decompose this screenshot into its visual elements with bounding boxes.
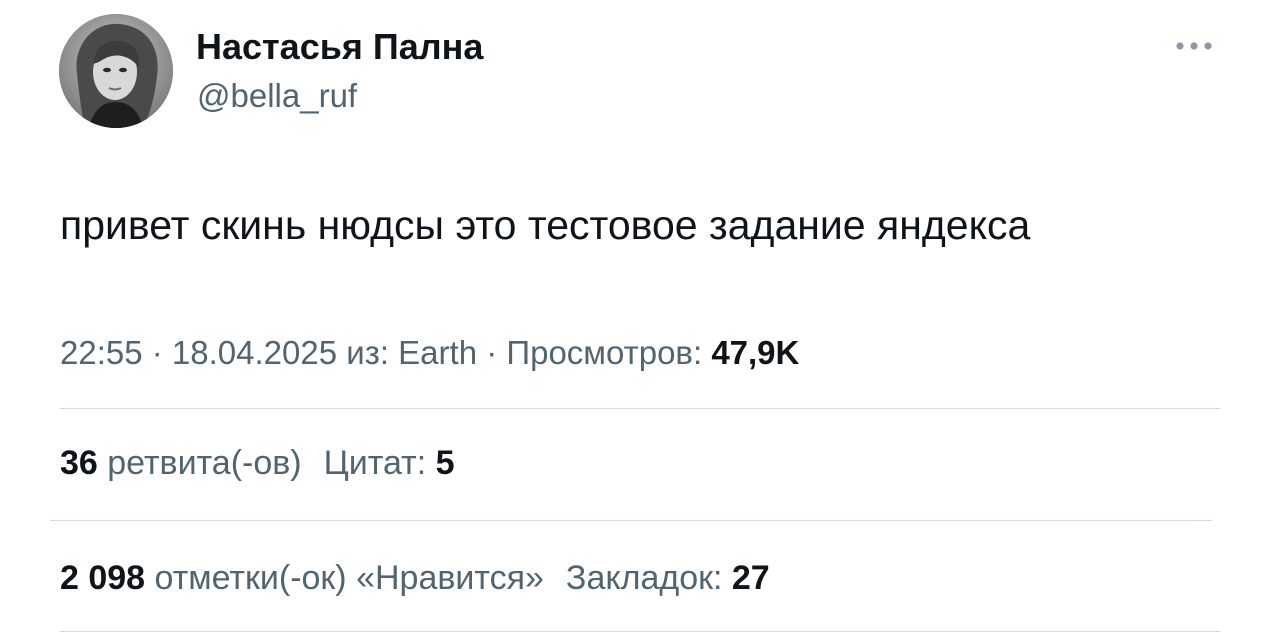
author-handle[interactable]: @bella_ruf (197, 77, 357, 115)
bookmarks-stat[interactable]: Закладок: 27 (566, 559, 770, 597)
tweet-text: привет скинь нюдсы это тестовое задание … (60, 202, 1031, 248)
tweet-time[interactable]: 22:55 (60, 334, 143, 371)
retweets-stat[interactable]: 36 ретвита(-ов) (60, 444, 302, 482)
views-label: Просмотров: (506, 334, 712, 371)
tweet-source[interactable]: Earth (398, 334, 477, 371)
bookmarks-label: Закладок: (565, 559, 732, 597)
bookmarks-count: 27 (731, 559, 770, 597)
divider (50, 520, 1212, 521)
more-options-button[interactable] (1168, 30, 1220, 62)
likes-count: 2 098 (60, 559, 146, 597)
divider (60, 408, 1220, 409)
stats-row-shares: 36 ретвита(-ов) Цитат: 5 (60, 442, 455, 484)
likes-stat[interactable]: 2 098 отметки(-ок) «Нравится» (60, 559, 544, 597)
source-prefix: из: (337, 334, 399, 371)
retweets-count: 36 (60, 444, 98, 482)
author-avatar[interactable] (59, 14, 173, 128)
views-count: 47,9K (711, 334, 800, 371)
quotes-label: Цитат: (323, 444, 436, 482)
quotes-stat[interactable]: Цитат: 5 (324, 444, 455, 482)
stats-row-likes: 2 098 отметки(-ок) «Нравится» Закладок: 2… (60, 557, 770, 599)
quotes-count: 5 (435, 444, 455, 482)
divider (60, 631, 1220, 632)
meta-separator-2: · (477, 334, 507, 371)
tweet: Настасья Пална @bella_ruf привет скинь н… (0, 0, 1280, 644)
author-display-name[interactable]: Настасья Пална (196, 27, 483, 67)
avatar-photo (59, 14, 173, 128)
tweet-date[interactable]: 18.04.2025 (172, 334, 337, 371)
more-horizontal-icon (1176, 42, 1212, 50)
likes-label: отметки(-ок) «Нравится» (145, 559, 544, 597)
tweet-meta: 22:55 · 18.04.2025 из: Earth · Просмотро… (60, 333, 799, 373)
retweets-label: ретвита(-ов) (97, 444, 302, 482)
meta-separator: · (142, 334, 172, 371)
